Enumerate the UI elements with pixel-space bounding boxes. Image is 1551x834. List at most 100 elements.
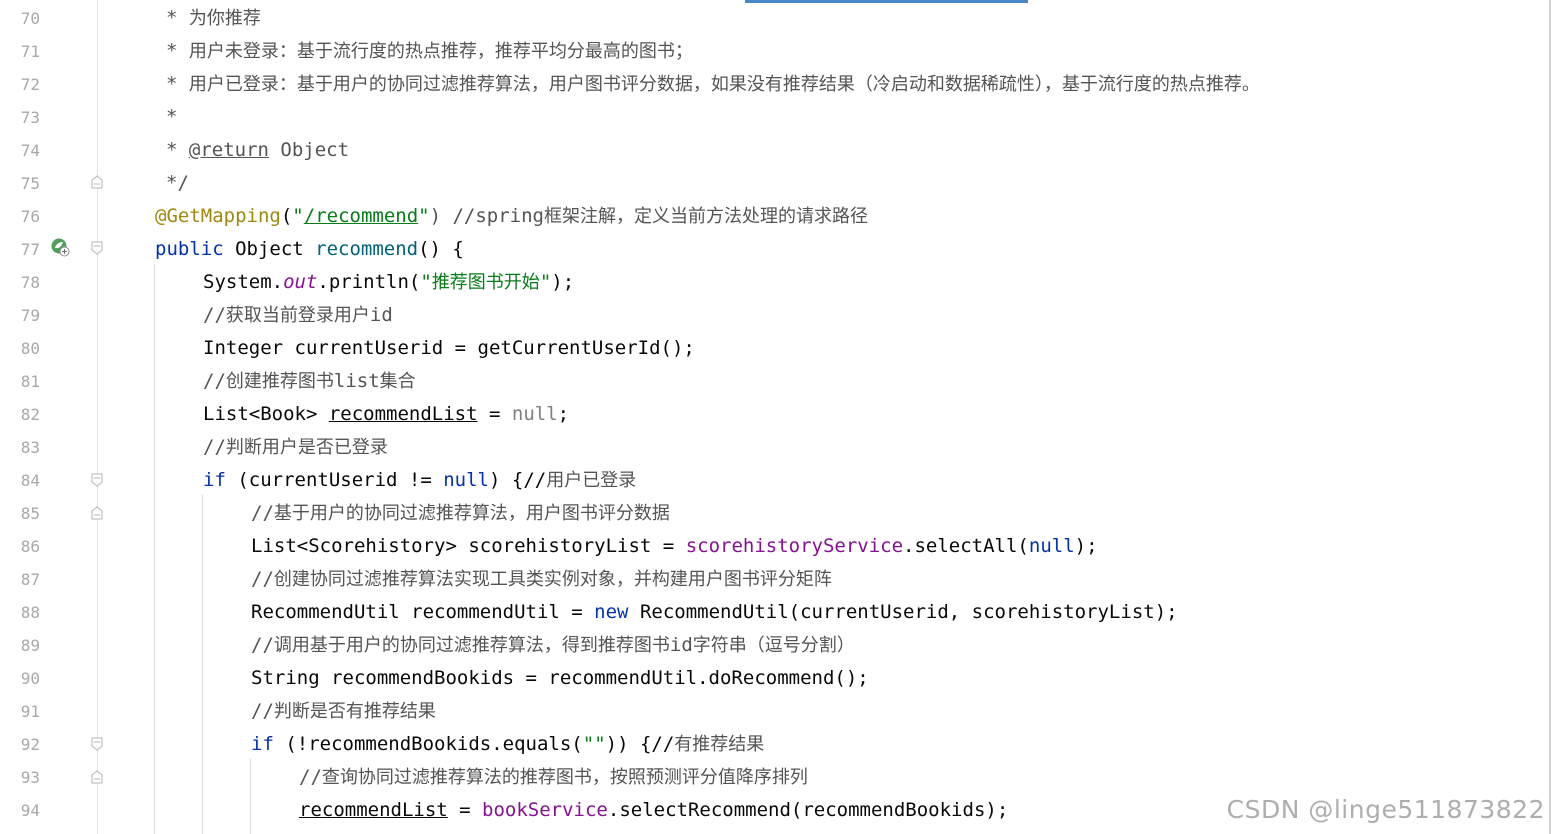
code-token: // — [203, 370, 226, 392]
code-line[interactable]: 80 Integer currentUserid = getCurrentUser… — [0, 332, 1549, 365]
code-token: ) {// — [489, 469, 547, 491]
code-text[interactable]: Integer currentUserid = getCurrentUserId… — [203, 332, 695, 365]
fold-start-icon[interactable] — [91, 737, 103, 751]
code-line[interactable]: 82 List<Book> recommendList = null; — [0, 398, 1549, 431]
code-line[interactable]: 72 * 用户已登录：基于用户的协同过滤推荐算法，用户图书评分数据，如果没有推荐结… — [0, 68, 1549, 101]
code-token: 判断是否有推荐结果 — [273, 701, 436, 722]
code-line[interactable]: 88 RecommendUtil recommendUtil = new Reco… — [0, 596, 1549, 629]
line-number: 92 — [20, 735, 40, 754]
code-token: ); — [1074, 535, 1098, 557]
code-line[interactable]: 83 //判断用户是否已登录 — [0, 431, 1549, 464]
code-text[interactable]: //调用基于用户的协同过滤推荐算法，得到推荐图书id字符串（逗号分割） — [251, 629, 855, 662]
code-token: ); — [551, 271, 575, 293]
code-line[interactable]: 91 //判断是否有推荐结果 — [0, 695, 1549, 728]
code-line[interactable]: 81 //创建推荐图书list集合 — [0, 365, 1549, 398]
fold-end-icon[interactable] — [91, 506, 103, 520]
code-token: = — [477, 403, 512, 425]
code-line[interactable]: 71 * 用户未登录：基于流行度的热点推荐，推荐平均分最高的图书； — [0, 35, 1549, 68]
indent-guide — [154, 264, 155, 834]
code-token: 查询协同过滤推荐算法的推荐图书，按照预测评分值降序排列 — [321, 767, 808, 788]
code-line[interactable]: 89 //调用基于用户的协同过滤推荐算法，得到推荐图书id字符串（逗号分割） — [0, 629, 1549, 662]
code-line[interactable]: 70 * 为你推荐 — [0, 2, 1549, 35]
code-token: list — [333, 370, 380, 392]
code-token: bookService — [482, 799, 608, 821]
line-number: 71 — [20, 42, 40, 61]
line-number: 76 — [20, 207, 40, 226]
code-text[interactable]: public Object recommend() { — [155, 233, 464, 266]
code-line[interactable]: 77 public Object recommend() { — [0, 233, 1549, 266]
code-text[interactable]: recommendList = bookService.selectRecomm… — [299, 794, 1008, 827]
code-text[interactable]: * 用户未登录：基于流行度的热点推荐，推荐平均分最高的图书； — [166, 35, 693, 68]
code-token: 调用基于用户的协同过滤推荐算法，得到推荐图书 — [273, 635, 670, 656]
code-line[interactable]: 92 if (!recommendBookids.equals("")) {//有… — [0, 728, 1549, 761]
code-token: if — [251, 733, 274, 755]
code-token: new — [594, 601, 629, 623]
code-token: 基于用户的协同过滤推荐算法，用户图书评分数据 — [273, 503, 670, 524]
code-line[interactable]: 87 //创建协同过滤推荐算法实现工具类实例对象，并构建用户图书评分矩阵 — [0, 563, 1549, 596]
fold-start-icon[interactable] — [91, 241, 103, 255]
code-token: 创建协同过滤推荐算法实现工具类实例对象，并构建用户图书评分矩阵 — [273, 569, 832, 590]
code-token: .println( — [317, 271, 421, 293]
code-token: // — [251, 502, 274, 524]
code-text[interactable]: //判断是否有推荐结果 — [251, 695, 436, 728]
fold-end-icon[interactable] — [91, 770, 103, 784]
code-line[interactable]: 93 //查询协同过滤推荐算法的推荐图书，按照预测评分值降序排列 — [0, 761, 1549, 794]
code-text[interactable]: * 为你推荐 — [166, 2, 261, 35]
code-text[interactable]: * 用户已登录：基于用户的协同过滤推荐算法，用户图书评分数据，如果没有推荐结果（… — [166, 68, 1260, 101]
code-token: id — [669, 634, 693, 656]
fold-start-icon[interactable] — [91, 473, 103, 487]
code-token: // — [251, 634, 274, 656]
code-line[interactable]: 84 if (currentUserid != null) {//用户已登录 — [0, 464, 1549, 497]
code-token: public — [155, 238, 224, 260]
code-token: @GetMapping — [155, 205, 281, 227]
line-number: 89 — [20, 636, 40, 655]
code-token: "" — [582, 733, 606, 755]
code-text[interactable]: //基于用户的协同过滤推荐算法，用户图书评分数据 — [251, 497, 670, 530]
code-text[interactable]: List<Scorehistory> scorehistoryList = sc… — [251, 530, 1098, 563]
code-token: Integer currentUserid = getCurrentUserId… — [203, 337, 695, 359]
code-text[interactable]: //判断用户是否已登录 — [203, 431, 388, 464]
code-token: List<Scorehistory> scorehistoryList = — [251, 535, 686, 557]
code-token: 框架注解，定义当前方法处理的请求路径 — [543, 206, 868, 227]
code-text[interactable]: @GetMapping("/recommend") //spring框架注解，定… — [155, 200, 868, 233]
code-token: null — [443, 469, 489, 491]
code-text[interactable]: RecommendUtil recommendUtil = new Recomm… — [251, 596, 1178, 629]
code-text[interactable]: if (!recommendBookids.equals("")) {//有推荐… — [251, 728, 764, 761]
code-token: /recommend — [303, 205, 419, 227]
code-line[interactable]: 74 * @return Object — [0, 134, 1549, 167]
code-line[interactable]: 78 System.out.println("推荐图书开始"); — [0, 266, 1549, 299]
code-text[interactable]: * — [166, 101, 177, 134]
line-number: 84 — [20, 471, 40, 490]
line-number: 78 — [20, 273, 40, 292]
code-editor[interactable]: 70 * 为你推荐 71 * 用户未登录：基于流行度的热点推荐，推荐平均分最高的图书；… — [0, 0, 1551, 834]
code-line[interactable]: 76 @GetMapping("/recommend") //spring框架注解… — [0, 200, 1549, 233]
code-text[interactable]: */ — [166, 167, 189, 200]
code-line[interactable]: 86 List<Scorehistory> scorehistoryList = … — [0, 530, 1549, 563]
fold-end-icon[interactable] — [91, 175, 103, 189]
code-line[interactable]: 75 */ — [0, 167, 1549, 200]
code-token: * — [166, 139, 189, 161]
request-mapping-icon[interactable] — [50, 237, 70, 257]
code-token: // — [251, 568, 274, 590]
code-token: id — [369, 304, 393, 326]
code-line[interactable]: 90 String recommendBookids = recommendUti… — [0, 662, 1549, 695]
code-text[interactable]: if (currentUserid != null) {//用户已登录 — [203, 464, 636, 497]
code-text[interactable]: String recommendBookids = recommendUtil.… — [251, 662, 869, 695]
code-token: Object — [268, 139, 350, 161]
code-line[interactable]: 85 //基于用户的协同过滤推荐算法，用户图书评分数据 — [0, 497, 1549, 530]
code-text[interactable]: //创建推荐图书list集合 — [203, 365, 416, 398]
line-number: 73 — [20, 108, 40, 127]
code-text[interactable]: //获取当前登录用户id — [203, 299, 393, 332]
code-token: )) {// — [605, 733, 675, 755]
code-text[interactable]: * @return Object — [166, 134, 349, 167]
code-text[interactable]: List<Book> recommendList = null; — [203, 398, 569, 431]
code-line[interactable]: 73 * — [0, 101, 1549, 134]
code-token: String recommendBookids = recommendUtil.… — [251, 667, 869, 689]
code-text[interactable]: System.out.println("推荐图书开始"); — [203, 266, 574, 299]
line-number: 83 — [20, 438, 40, 457]
code-token: scorehistoryService — [685, 535, 904, 557]
code-text[interactable]: //创建协同过滤推荐算法实现工具类实例对象，并构建用户图书评分矩阵 — [251, 563, 832, 596]
code-line[interactable]: 79 //获取当前登录用户id — [0, 299, 1549, 332]
code-token: 创建推荐图书 — [225, 371, 334, 392]
code-text[interactable]: //查询协同过滤推荐算法的推荐图书，按照预测评分值降序排列 — [299, 761, 808, 794]
